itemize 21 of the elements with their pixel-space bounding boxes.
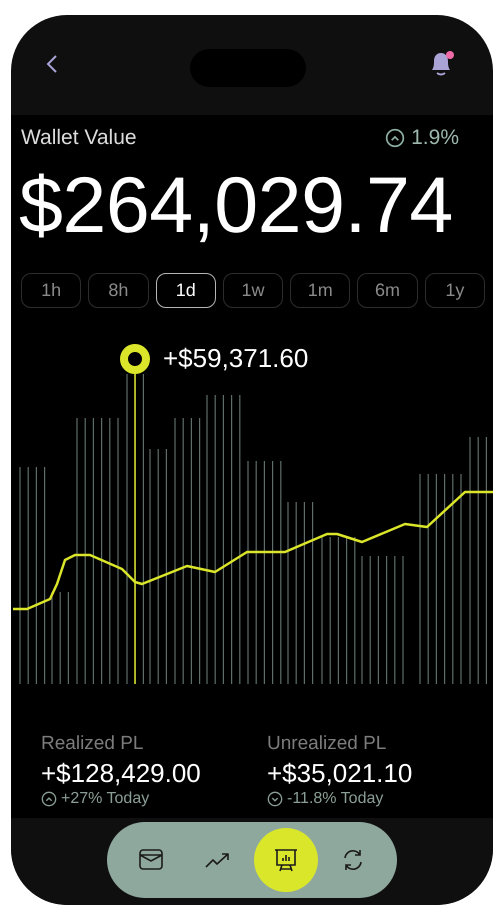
time-range-tab[interactable]: 1m <box>290 273 350 308</box>
chevron-down-icon <box>267 791 283 807</box>
stat-label: Unrealized PL <box>267 732 388 756</box>
time-range-tab[interactable]: 1w <box>222 273 284 308</box>
time-range-tab[interactable]: 1d <box>156 273 216 308</box>
tooltip-value: +$59,371.60 <box>163 343 308 374</box>
chevron-up-icon <box>385 128 406 148</box>
change-percent: 1.9% <box>411 126 459 150</box>
chevron-up-icon <box>41 791 57 807</box>
time-range-tab[interactable]: 1h <box>21 273 82 308</box>
stat-label: Realized PL <box>41 732 144 756</box>
time-range-tab[interactable]: 1y <box>424 273 485 308</box>
stat-value: +$35,021.10 <box>267 757 414 790</box>
time-range-tab[interactable]: 8h <box>88 273 149 308</box>
stat-change-text: -11.8% Today <box>287 790 384 808</box>
wallet-label: Wallet Value <box>21 126 137 150</box>
stat-change-text: +27% Today <box>61 790 150 808</box>
wallet-value: $264,029.74 <box>18 165 454 245</box>
back-icon[interactable] <box>46 54 58 74</box>
time-range-tab[interactable]: 6m <box>357 273 418 308</box>
stat-value: +$128,429.00 <box>41 757 202 790</box>
